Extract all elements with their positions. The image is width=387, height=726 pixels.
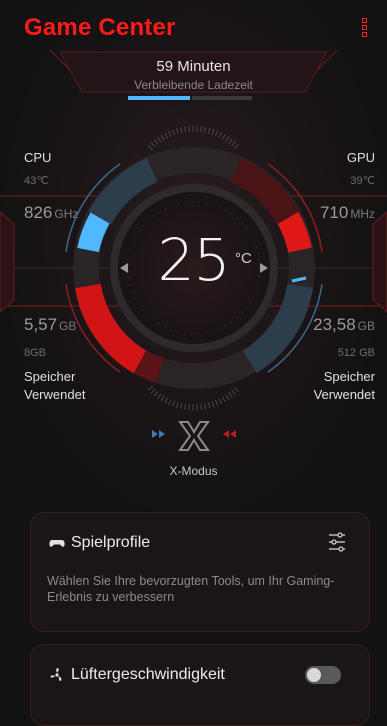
- gpu-label: GPU: [346, 150, 375, 165]
- app-title: Game Center: [24, 14, 176, 41]
- storage-used: 23,58 GB: [313, 315, 375, 334]
- gpu-frequency: 710 MHz: [319, 203, 375, 222]
- game-profiles-card[interactable]: Spielprofile Wählen Sie Ihre bevorzugten…: [30, 512, 370, 632]
- tune-icon[interactable]: [327, 531, 347, 553]
- ram-label-2: Verwendet: [24, 387, 86, 402]
- fan-speed-card[interactable]: Lüftergeschwindigkeit: [30, 644, 370, 726]
- more-vert-icon[interactable]: [362, 18, 370, 40]
- x-mode-icon[interactable]: [152, 420, 236, 452]
- charge-time: 59 Minuten: [156, 58, 231, 75]
- charge-panel-frame: [50, 49, 337, 100]
- fan-icon: [50, 668, 62, 681]
- ram-label-1: Speicher: [24, 369, 76, 384]
- gamepad-icon: [49, 540, 65, 547]
- temperature-readout: 25: [0, 226, 387, 294]
- ram-used: 5,57 GB: [24, 315, 77, 334]
- cpu-label: CPU: [24, 150, 52, 165]
- temperature-value: 25: [157, 226, 231, 294]
- fan-speed-title: Lüftergeschwindigkeit: [71, 666, 225, 683]
- storage-total: 512 GB: [337, 347, 375, 359]
- game-profiles-title: Spielprofile: [71, 534, 151, 551]
- x-mode-label: X-Modus: [169, 464, 218, 478]
- cpu-temp: 43℃: [24, 175, 49, 187]
- storage-label-2: Verwendet: [313, 387, 375, 402]
- fan-speed-toggle[interactable]: [305, 666, 341, 684]
- charge-label: Verbleibende Ladezeit: [134, 78, 253, 92]
- cpu-frequency: 826 GHz: [24, 203, 79, 222]
- temperature-unit: °C: [235, 250, 252, 267]
- storage-label-1: Speicher: [323, 369, 375, 384]
- game-profiles-description: Wählen Sie Ihre bevorzugten Tools, um Ih…: [47, 574, 335, 604]
- gpu-temp: 39℃: [350, 175, 375, 187]
- ram-total: 8GB: [24, 347, 47, 359]
